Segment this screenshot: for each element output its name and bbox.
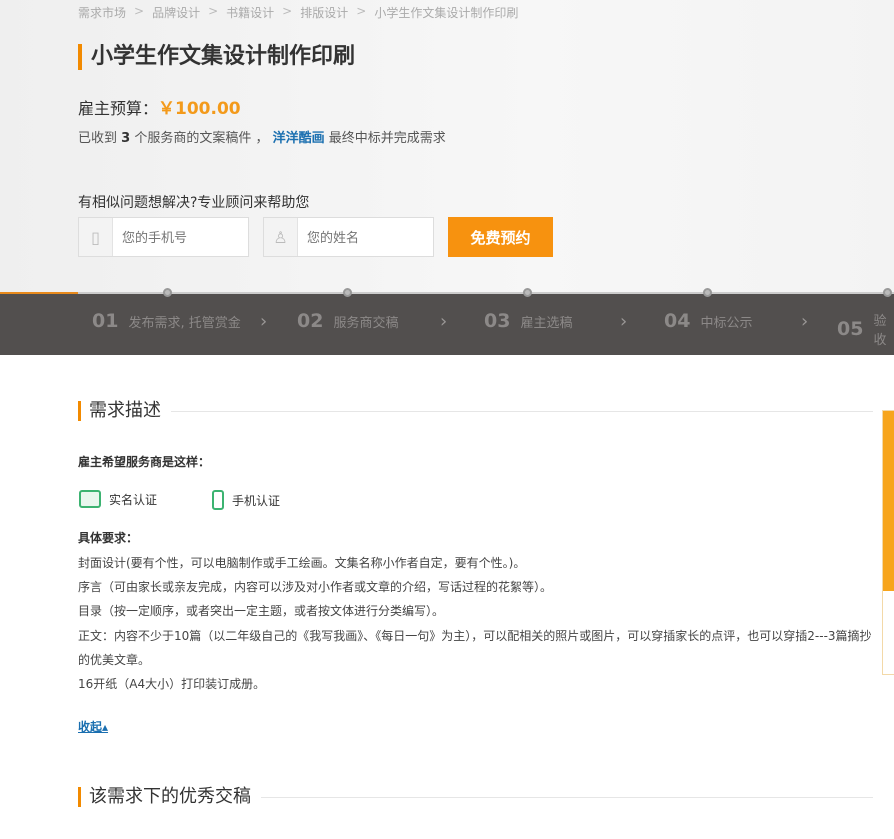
name-input[interactable] [298, 229, 428, 245]
side-float-panel[interactable] [882, 410, 894, 675]
budget: 雇主预算：￥100.00 [78, 94, 241, 119]
step-3: 03 雇主选稿 [484, 310, 572, 332]
hope-label: 雇主希望服务商是这样： [78, 455, 211, 469]
step-dot [163, 288, 172, 297]
received-prefix: 已收到 [78, 131, 118, 146]
chevron-right-icon: › [440, 311, 448, 332]
free-booking-button[interactable]: 免费预约 [448, 217, 553, 257]
breadcrumb-item[interactable]: 品牌设计 [152, 4, 200, 21]
section-description: 需求描述 [78, 401, 873, 421]
step-num: 03 [484, 310, 511, 332]
badge-label: 实名认证 [109, 492, 158, 507]
step-1: 01 发布需求, 托管赏金 [92, 310, 241, 332]
process-steps: 01 发布需求, 托管赏金 › 02 服务商交稿 › 03 雇主选稿 › 04 中标公示… [0, 288, 894, 355]
step-num: 05 [837, 318, 864, 340]
collapse-link[interactable]: 收起▴ [78, 718, 108, 735]
name-field[interactable]: ♙ [263, 217, 434, 257]
breadcrumb-item[interactable]: 需求市场 [78, 4, 126, 21]
received-suffix: 最终中标并完成需求 [328, 131, 446, 146]
breadcrumb: 需求市场 > 品牌设计 > 书籍设计 > 排版设计 > 小学生作文集设计制作印刷 [78, 4, 519, 21]
side-panel-tab[interactable] [883, 411, 894, 591]
received-count: 3 [121, 131, 131, 146]
step-dot [343, 288, 352, 297]
section-heading: 需求描述 [78, 401, 171, 421]
divider [171, 410, 873, 412]
badge-label: 手机认证 [232, 493, 281, 508]
step-label: 中标公示 [700, 315, 753, 331]
winner-link[interactable]: 洋洋酷画 [273, 131, 325, 146]
received-info: 已收到 3 个服务商的文案稿件 ， 洋洋酷画 最终中标并完成需求 [78, 127, 446, 146]
mobile-icon [212, 490, 224, 510]
step-5: 05 验收 [837, 310, 894, 348]
requirement-line: 目录（按一定顺序，或者突出一定主题，或者按文体进行分类编写）。 [78, 604, 445, 619]
id-card-icon [79, 490, 101, 508]
step-num: 02 [297, 310, 324, 332]
phone-input[interactable] [113, 229, 243, 245]
phone-field[interactable]: ▯ [78, 217, 249, 257]
section-works: 该需求下的优秀交稿 [78, 787, 873, 807]
step-2: 02 服务商交稿 [297, 310, 398, 332]
divider [261, 796, 873, 798]
progress-indicator [0, 292, 78, 294]
budget-amount: ￥100.00 [158, 99, 241, 119]
requirement-line: 正文：内容不少于10篇（以二年级自己的《我写我画》、《每日一句》为主），可以配相… [78, 628, 872, 667]
step-label: 服务商交稿 [333, 315, 399, 331]
step-label: 发布需求, 托管赏金 [128, 315, 241, 331]
breadcrumb-item[interactable]: 书籍设计 [226, 4, 274, 21]
budget-label: 雇主预算： [78, 99, 159, 118]
step-4: 04 中标公示 [664, 310, 752, 332]
breadcrumb-item[interactable]: 排版设计 [300, 4, 348, 21]
step-label: 验收 [873, 314, 887, 348]
requirements-text: 封面设计(要有个性，可以电脑制作或手工绘画。文集名称小作者自定，要有个性。)。 … [78, 551, 878, 696]
chevron-right-icon: › [260, 311, 268, 332]
phone-icon: ▯ [79, 218, 113, 256]
realname-badge: 实名认证 [79, 490, 157, 508]
step-dot [523, 288, 532, 297]
requirement-line: 封面设计(要有个性，可以电脑制作或手工绘画。文集名称小作者自定，要有个性。)。 [78, 556, 526, 570]
requirement-line: 序言（可由家长或亲友完成，内容可以涉及对小作者或文章的介绍，写话过程的花絮等）。 [78, 580, 553, 595]
step-label: 雇主选稿 [520, 315, 573, 331]
page-title: 小学生作文集设计制作印刷 [78, 44, 355, 70]
step-num: 04 [664, 310, 691, 332]
section-heading: 该需求下的优秀交稿 [78, 787, 261, 807]
step-num: 01 [92, 310, 119, 332]
phone-badge: 手机认证 [212, 490, 280, 510]
step-dot [703, 288, 712, 297]
step-dot [883, 288, 892, 297]
received-middle: 个服务商的文案稿件 ， [134, 131, 269, 146]
consult-heading: 有相似问题想解决?专业顾问来帮助您 [78, 195, 310, 211]
breadcrumb-current: 小学生作文集设计制作印刷 [374, 6, 519, 20]
requirements-label: 具体要求： [78, 531, 139, 545]
header-area: 需求市场 > 品牌设计 > 书籍设计 > 排版设计 > 小学生作文集设计制作印刷 小学生… [0, 0, 894, 292]
chevron-right-icon: › [620, 311, 628, 332]
chevron-right-icon: › [801, 311, 809, 332]
requirement-line: 16开纸（A4大小）打印装订成册。 [78, 677, 266, 692]
user-icon: ♙ [264, 218, 298, 256]
